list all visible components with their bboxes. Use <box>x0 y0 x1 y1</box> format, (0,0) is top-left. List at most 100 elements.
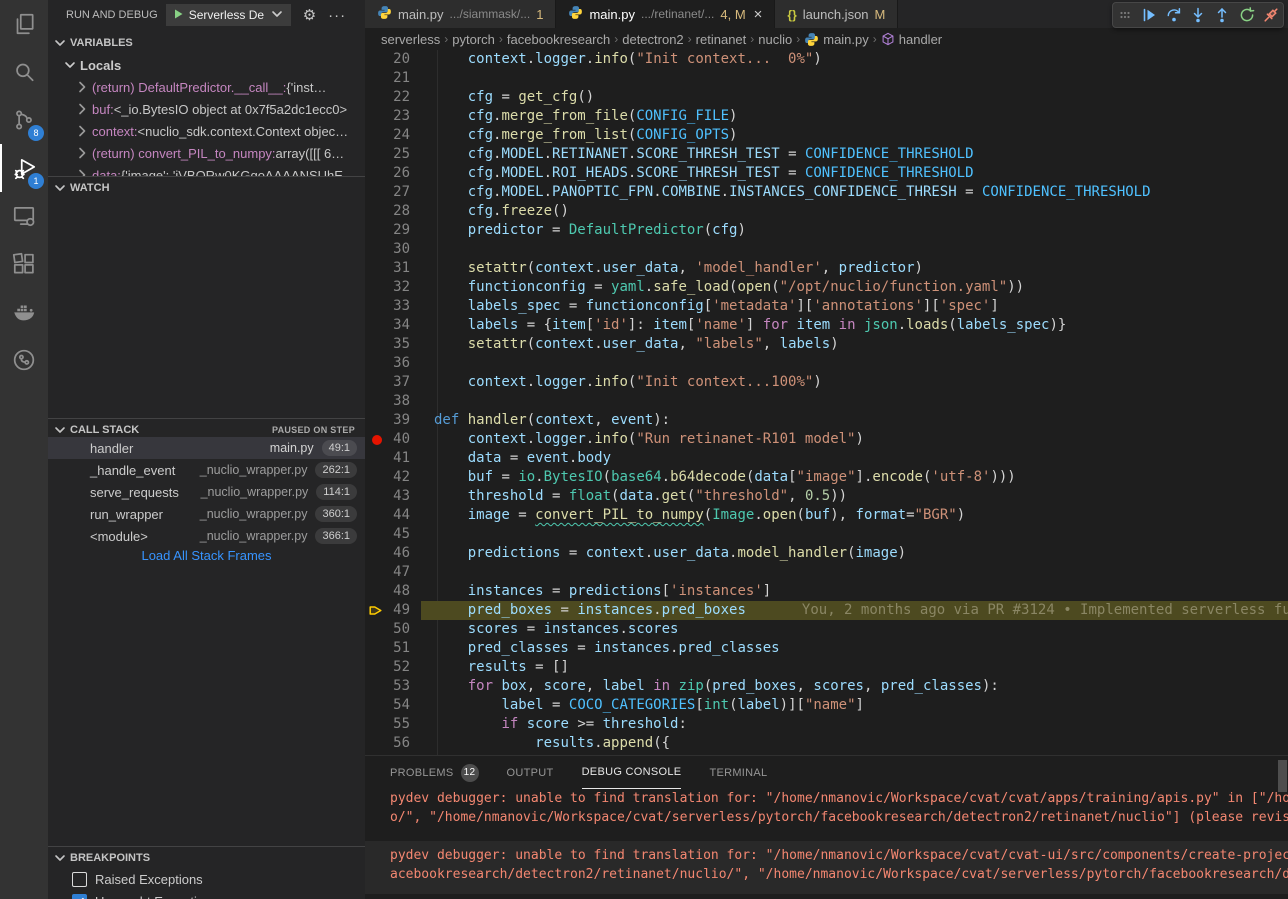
breadcrumb-item[interactable]: nuclio <box>758 32 792 47</box>
tab-launch-json[interactable]: {}launch.jsonM <box>775 0 898 28</box>
code-line[interactable]: 42 buf = io.BytesIO(base64.b64decode(dat… <box>365 468 1288 487</box>
code-line[interactable]: 44 image = convert_PIL_to_numpy(Image.op… <box>365 506 1288 525</box>
breakpoints-section-header[interactable]: BREAKPOINTS <box>48 846 365 868</box>
stack-frame[interactable]: handlermain.py49:1 <box>48 437 365 459</box>
code-line[interactable]: 33 labels_spec = functionconfig['metadat… <box>365 297 1288 316</box>
code-line[interactable]: 21 <box>365 69 1288 88</box>
breadcrumb-item[interactable]: retinanet <box>696 32 747 47</box>
stack-frame[interactable]: <module>_nuclio_wrapper.py366:1 <box>48 525 365 547</box>
toolbar-gripper[interactable] <box>1114 4 1136 26</box>
code-line[interactable]: 35 setattr(context.user_data, "labels", … <box>365 335 1288 354</box>
code-line[interactable]: 20 context.logger.info("Init context... … <box>365 50 1288 69</box>
line-number[interactable]: 23 <box>365 107 410 126</box>
step-into-button[interactable] <box>1187 4 1209 26</box>
panel-scrollbar[interactable] <box>1278 760 1287 792</box>
line-number[interactable]: 46 <box>365 544 410 563</box>
code-line[interactable]: 47 <box>365 563 1288 582</box>
code-line[interactable]: 38 <box>365 392 1288 411</box>
breadcrumb-item[interactable]: detectron2 <box>622 32 683 47</box>
stack-frame[interactable]: run_wrapper_nuclio_wrapper.py360:1 <box>48 503 365 525</box>
code-line[interactable]: 43 threshold = float(data.get("threshold… <box>365 487 1288 506</box>
line-number[interactable]: 47 <box>365 563 410 582</box>
tab-main-py[interactable]: main.py.../retinanet/...4, M× <box>556 0 775 28</box>
line-number[interactable]: 43 <box>365 487 410 506</box>
line-number[interactable]: 53 <box>365 677 410 696</box>
line-number[interactable]: 24 <box>365 126 410 145</box>
variable-row[interactable]: (return) DefaultPredictor.__call__: {'in… <box>48 76 365 98</box>
variable-row[interactable]: data: {'image': 'iVBORw0KGgoAAAANSUhE… <box>48 164 365 176</box>
line-number[interactable]: 50 <box>365 620 410 639</box>
step-over-button[interactable] <box>1163 4 1185 26</box>
panel-tab-output[interactable]: OUTPUT <box>507 756 554 789</box>
variable-row[interactable]: buf: <_io.BytesIO object at 0x7f5a2dc1ec… <box>48 98 365 120</box>
locals-scope[interactable]: Locals <box>48 54 365 76</box>
line-number[interactable]: 32 <box>365 278 410 297</box>
code-line[interactable]: 41 data = event.body <box>365 449 1288 468</box>
code-line[interactable]: 46 predictions = context.user_data.model… <box>365 544 1288 563</box>
checkbox-unchecked[interactable] <box>72 872 87 887</box>
debug-config-dropdown[interactable]: Serverless Debu <box>166 4 291 26</box>
checkbox-checked[interactable] <box>72 894 87 899</box>
step-out-button[interactable] <box>1211 4 1233 26</box>
code-line[interactable]: 40 context.logger.info("Run retinanet-R1… <box>365 430 1288 449</box>
activity-bar-item-run-debug[interactable]: 1 <box>0 144 48 192</box>
line-number[interactable]: 33 <box>365 297 410 316</box>
line-number[interactable]: 27 <box>365 183 410 202</box>
line-number[interactable]: 25 <box>365 145 410 164</box>
code-line[interactable]: 25 cfg.MODEL.RETINANET.SCORE_THRESH_TEST… <box>365 145 1288 164</box>
close-icon[interactable]: × <box>754 6 763 23</box>
line-number[interactable]: 55 <box>365 715 410 734</box>
code-line[interactable]: 28 cfg.freeze() <box>365 202 1288 221</box>
line-number[interactable]: 37 <box>365 373 410 392</box>
activity-bar-item-search[interactable] <box>0 48 48 96</box>
code-line[interactable]: 31 setattr(context.user_data, 'model_han… <box>365 259 1288 278</box>
code-line[interactable]: 22 cfg = get_cfg() <box>365 88 1288 107</box>
variable-row[interactable]: context: <nuclio_sdk.context.Context obj… <box>48 120 365 142</box>
code-line[interactable]: 37 context.logger.info("Init context...1… <box>365 373 1288 392</box>
line-number[interactable]: 52 <box>365 658 410 677</box>
activity-bar-item-extensions[interactable] <box>0 240 48 288</box>
activity-bar-item-docker[interactable] <box>0 288 48 336</box>
code-line[interactable]: 23 cfg.merge_from_file(CONFIG_FILE) <box>365 107 1288 126</box>
code-line[interactable]: 48 instances = predictions['instances'] <box>365 582 1288 601</box>
watch-section-header[interactable]: WATCH <box>48 176 365 198</box>
breadcrumb-item[interactable]: pytorch <box>452 32 495 47</box>
code-line[interactable]: 27 cfg.MODEL.PANOPTIC_FPN.COMBINE.INSTAN… <box>365 183 1288 202</box>
code-editor[interactable]: 20 context.logger.info("Init context... … <box>365 50 1288 755</box>
tab-main-py[interactable]: main.py.../siammask/...1 <box>365 0 556 28</box>
line-number[interactable]: 26 <box>365 164 410 183</box>
line-number[interactable]: 48 <box>365 582 410 601</box>
line-number[interactable]: 51 <box>365 639 410 658</box>
breadcrumb-item[interactable]: handler <box>881 32 942 47</box>
code-line[interactable]: 50 scores = instances.scores <box>365 620 1288 639</box>
breadcrumb-item[interactable]: serverless <box>381 32 440 47</box>
more-actions-icon[interactable]: ··· <box>328 8 346 23</box>
debug-console-output[interactable]: pydev debugger: unable to find translati… <box>365 789 1288 899</box>
breakpoint-row[interactable]: Uncaught Exceptions <box>48 890 365 899</box>
code-line[interactable]: 39def handler(context, event): <box>365 411 1288 430</box>
breakpoint-icon[interactable] <box>372 435 382 445</box>
line-number[interactable]: 28 <box>365 202 410 221</box>
variable-row[interactable]: (return) convert_PIL_to_numpy: array([[[… <box>48 142 365 164</box>
gear-icon[interactable]: ⚙ <box>303 8 316 23</box>
line-number[interactable]: 34 <box>365 316 410 335</box>
line-number[interactable]: 22 <box>365 88 410 107</box>
code-line[interactable]: 26 cfg.MODEL.ROI_HEADS.SCORE_THRESH_TEST… <box>365 164 1288 183</box>
line-number[interactable]: 39 <box>365 411 410 430</box>
line-number[interactable]: 56 <box>365 734 410 753</box>
disconnect-button[interactable] <box>1260 4 1282 26</box>
code-line[interactable]: 36 <box>365 354 1288 373</box>
line-number[interactable]: 41 <box>365 449 410 468</box>
activity-bar-item-source-control[interactable]: 8 <box>0 96 48 144</box>
code-line[interactable]: 32 functionconfig = yaml.safe_load(open(… <box>365 278 1288 297</box>
code-line[interactable]: 34 labels = {item['id']: item['name'] fo… <box>365 316 1288 335</box>
activity-bar-item-explorer[interactable] <box>0 0 48 48</box>
code-line[interactable]: 29 predictor = DefaultPredictor(cfg) <box>365 221 1288 240</box>
line-number[interactable]: 20 <box>365 50 410 69</box>
panel-tab-debug-console[interactable]: DEBUG CONSOLE <box>582 756 682 789</box>
line-number[interactable]: 38 <box>365 392 410 411</box>
activity-bar-item-git-graph[interactable] <box>0 336 48 384</box>
panel-tab-terminal[interactable]: TERMINAL <box>709 756 767 789</box>
line-number[interactable]: 31 <box>365 259 410 278</box>
line-number[interactable]: 42 <box>365 468 410 487</box>
